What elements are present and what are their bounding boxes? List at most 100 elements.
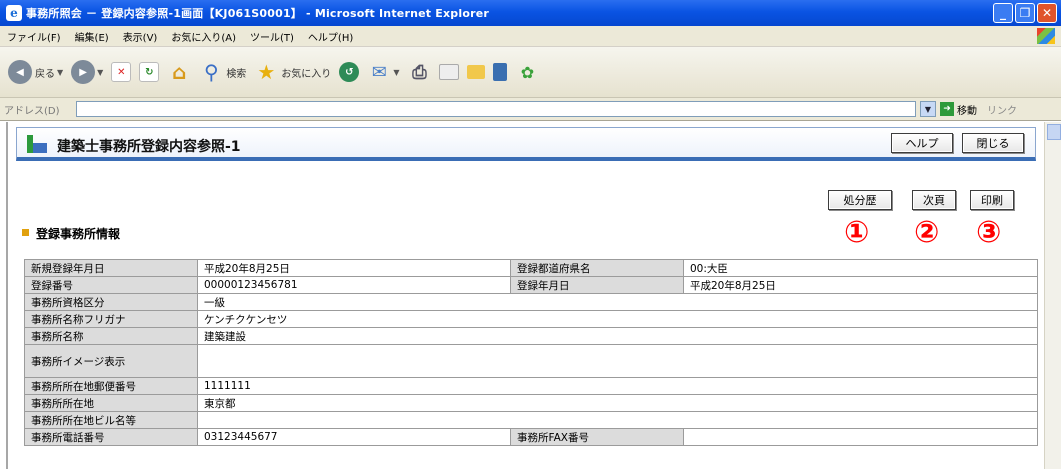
vertical-scrollbar[interactable] — [1044, 122, 1061, 469]
cell-label: 登録都道府県名 — [510, 259, 684, 277]
page-header: 建築士事務所登録内容参照-1 ヘルプ 閉じる — [16, 127, 1036, 161]
cell-label: 事務所所在地 — [24, 394, 198, 412]
cell-label: 登録番号 — [24, 276, 198, 294]
cell-label: 事務所電話番号 — [24, 428, 198, 446]
next-page-button[interactable]: 次頁 — [912, 190, 956, 210]
stop-icon: ✕ — [111, 62, 132, 82]
cell-label: 登録年月日 — [510, 276, 684, 294]
folder-button[interactable] — [467, 65, 486, 79]
favorites-label: お気に入り — [281, 68, 332, 80]
history-icon: ↺ — [339, 62, 360, 82]
cell-value: 03123445677 — [197, 428, 511, 446]
messenger-button[interactable]: ✿ — [515, 60, 539, 84]
favorites-button[interactable]: ★ お気に入り — [254, 60, 331, 84]
cell-value: ケンチクケンセツ — [197, 310, 1038, 328]
scroll-up-arrow[interactable] — [1047, 124, 1061, 140]
table-row: 新規登録年月日 平成20年8月25日 登録都道府県名 00:大臣 — [24, 259, 1038, 277]
table-row: 事務所資格区分 一級 — [24, 293, 1038, 311]
print-button[interactable]: 印刷 — [970, 190, 1014, 210]
menu-file[interactable]: ファイル(F) — [0, 29, 68, 44]
cell-value: 00000123456781 — [197, 276, 511, 294]
menu-view[interactable]: 表示(V) — [116, 29, 165, 44]
address-dropdown-button[interactable]: ▼ — [920, 101, 936, 117]
marker-2: ② — [914, 215, 940, 250]
menu-edit[interactable]: 編集(E) — [68, 29, 116, 44]
table-row: 事務所所在地郵便番号 1111111 — [24, 377, 1038, 395]
cell-value: 平成20年8月25日 — [197, 259, 511, 277]
search-button[interactable]: ⚲ 検索 — [199, 60, 246, 84]
edit-button[interactable] — [439, 64, 460, 80]
window-title: 事務所照会 － 登録内容参照-1画面【KJ061S0001】 - Microso… — [26, 7, 489, 20]
research-icon — [493, 63, 508, 81]
menu-favorites[interactable]: お気に入り(A) — [164, 29, 243, 44]
go-label: 移動 — [957, 105, 977, 117]
browser-toolbar: ◀ 戻る ▼ ▶ ▼ ✕ ↻ ⌂ ⚲ 検索 ★ お気に入り ↺ ✉ ▼ ⎙ ✿ — [0, 47, 1061, 98]
chevron-down-icon: ▼ — [97, 67, 104, 77]
section-bullet-icon — [22, 229, 29, 236]
go-button[interactable]: ➜ 移動 — [940, 102, 977, 117]
table-row: 事務所名称 建築建設 — [24, 327, 1038, 345]
cell-value: 00:大臣 — [683, 259, 1038, 277]
mail-button[interactable]: ✉ ▼ — [367, 60, 400, 84]
ie-logo-icon: e — [6, 5, 22, 21]
cell-value: 平成20年8月25日 — [683, 276, 1038, 294]
cell-label: 事務所名称 — [24, 327, 198, 345]
close-button[interactable]: 閉じる — [962, 133, 1024, 153]
research-button[interactable] — [493, 63, 508, 81]
search-icon: ⚲ — [203, 60, 219, 84]
go-arrow-icon: ➜ — [940, 102, 954, 116]
address-bar: アドレス(D) ▼ ➜ 移動 リンク — [0, 98, 1061, 121]
back-arrow-icon: ◀ — [8, 60, 32, 84]
help-button[interactable]: ヘルプ — [891, 133, 953, 153]
table-row: 事務所電話番号 03123445677 事務所FAX番号 — [24, 428, 1038, 446]
marker-1: ① — [844, 215, 870, 250]
table-row: 事務所所在地ビル名等 — [24, 411, 1038, 429]
address-input[interactable] — [76, 101, 916, 117]
cell-label: 事務所所在地郵便番号 — [24, 377, 198, 395]
cell-label: 事務所名称フリガナ — [24, 310, 198, 328]
stop-button[interactable]: ✕ — [111, 62, 132, 82]
home-icon: ⌂ — [172, 60, 187, 84]
refresh-icon: ↻ — [139, 62, 160, 82]
search-label: 検索 — [226, 68, 247, 80]
chevron-down-icon: ▼ — [57, 67, 64, 77]
forward-button[interactable]: ▶ ▼ — [71, 60, 103, 84]
mail-icon: ✉ — [371, 61, 387, 83]
refresh-button[interactable]: ↻ — [139, 62, 160, 82]
office-info-table: 新規登録年月日 平成20年8月25日 登録都道府県名 00:大臣 登録番号 00… — [24, 259, 1038, 446]
menu-tools[interactable]: ツール(T) — [243, 29, 301, 44]
cell-label: 事務所資格区分 — [24, 293, 198, 311]
building-icon — [27, 131, 49, 153]
home-button[interactable]: ⌂ — [167, 60, 191, 84]
chevron-down-icon: ▼ — [393, 67, 400, 77]
star-icon: ★ — [257, 60, 276, 84]
print-toolbar-button[interactable]: ⎙ — [407, 60, 431, 84]
cell-label: 事務所所在地ビル名等 — [24, 411, 198, 429]
windows-logo-icon — [1037, 28, 1055, 44]
table-row: 事務所所在地 東京都 — [24, 394, 1038, 412]
history-button[interactable]: ↺ — [339, 62, 360, 82]
messenger-icon: ✿ — [520, 62, 535, 82]
maximize-button[interactable]: ❐ — [1015, 3, 1035, 23]
menu-help[interactable]: ヘルプ(H) — [301, 29, 360, 44]
section-title: 登録事務所情報 — [36, 227, 121, 241]
printer-icon: ⎙ — [412, 61, 427, 83]
close-window-button[interactable]: ✕ — [1037, 3, 1057, 23]
table-row: 登録番号 00000123456781 登録年月日 平成20年8月25日 — [24, 276, 1038, 294]
page-content: 建築士事務所登録内容参照-1 ヘルプ 閉じる 処分歴 次頁 印刷 登録事務所情報… — [6, 122, 1043, 469]
table-row: 事務所名称フリガナ ケンチクケンセツ — [24, 310, 1038, 328]
history-record-button[interactable]: 処分歴 — [828, 190, 892, 210]
menu-bar: ファイル(F) 編集(E) 表示(V) お気に入り(A) ツール(T) ヘルプ(… — [0, 26, 1061, 47]
back-button[interactable]: ◀ 戻る ▼ — [8, 60, 63, 84]
window-titlebar: e 事務所照会 － 登録内容参照-1画面【KJ061S0001】 - Micro… — [0, 0, 1061, 26]
edit-icon — [439, 64, 460, 80]
folder-icon — [467, 65, 486, 79]
cell-value: 東京都 — [197, 394, 1038, 412]
cell-value — [197, 344, 1038, 378]
cell-value — [683, 428, 1038, 446]
minimize-button[interactable]: _ — [993, 3, 1013, 23]
cell-value: 一級 — [197, 293, 1038, 311]
cell-value: 1111111 — [197, 377, 1038, 395]
cell-value: 建築建設 — [197, 327, 1038, 345]
links-label[interactable]: リンク — [987, 102, 1017, 117]
